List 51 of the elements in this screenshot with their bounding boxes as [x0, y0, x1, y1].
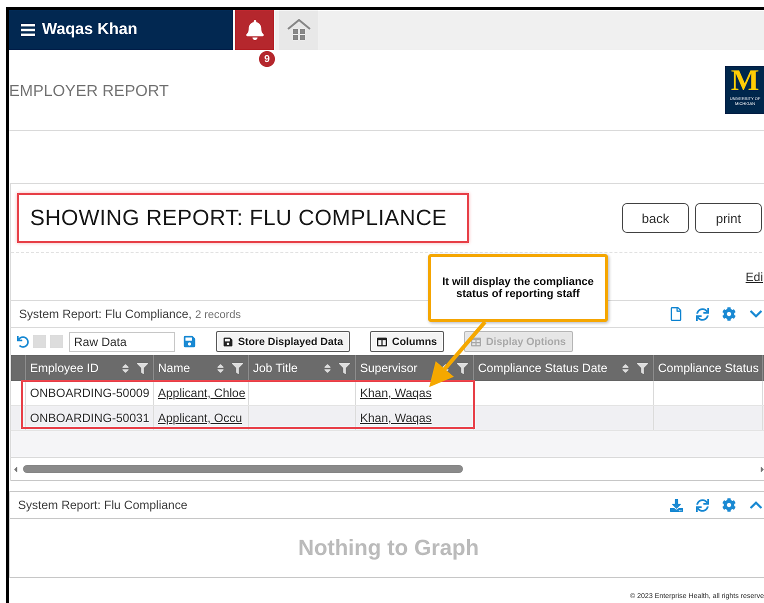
- filter-icon[interactable]: [339, 362, 350, 374]
- sort-icon[interactable]: [440, 362, 451, 374]
- sort-icon[interactable]: [620, 362, 631, 374]
- user-menu[interactable]: Waqas Khan: [9, 10, 233, 50]
- file-icon[interactable]: [669, 307, 683, 321]
- supervisor-link[interactable]: Khan, Waqas: [360, 386, 432, 400]
- edit-link[interactable]: Edi: [746, 270, 763, 284]
- filter-icon[interactable]: [137, 362, 148, 374]
- grid-title: System Report: Flu Compliance, 2 records: [19, 307, 241, 321]
- table-icon: [470, 336, 481, 346]
- column-header[interactable]: Job Title: [249, 355, 356, 381]
- download-icon[interactable]: [670, 498, 683, 512]
- menu-icon: [21, 24, 35, 36]
- home-icon: [286, 19, 310, 41]
- sort-icon[interactable]: [215, 362, 226, 374]
- toolbar-button[interactable]: Columns: [370, 331, 444, 352]
- empty-chart-message: Nothing to Graph: [298, 535, 479, 561]
- view-name-field[interactable]: Raw Data: [69, 332, 175, 352]
- settings-icon[interactable]: [722, 307, 736, 321]
- column-header[interactable]: Name: [154, 355, 249, 381]
- supervisor-link[interactable]: Khan, Waqas: [360, 411, 432, 425]
- notifications-button[interactable]: [235, 10, 274, 50]
- refresh-icon[interactable]: [696, 308, 709, 320]
- refresh-icon[interactable]: [696, 498, 709, 512]
- employee-id: ONBOARDING-50031: [30, 411, 150, 425]
- save-icon[interactable]: [183, 335, 196, 348]
- column-header[interactable]: Employee ID: [26, 355, 154, 381]
- employee-id: ONBOARDING-50009: [30, 386, 150, 400]
- name-link[interactable]: Applicant, Chloe: [158, 386, 246, 400]
- page-title: EMPLOYER REPORT: [9, 83, 169, 101]
- toolbar-button[interactable]: Store Displayed Data: [216, 331, 350, 352]
- report-button[interactable]: print: [695, 203, 762, 233]
- name-link[interactable]: Applicant, Occu: [158, 411, 242, 425]
- bell-icon: [244, 20, 264, 40]
- columns-icon: [377, 336, 388, 346]
- sort-icon[interactable]: [120, 362, 131, 374]
- home-button[interactable]: [279, 10, 318, 50]
- settings-icon[interactable]: [722, 498, 736, 512]
- report-title: SHOWING REPORT: FLU COMPLIANCE: [17, 193, 469, 243]
- report-button[interactable]: back: [622, 203, 689, 233]
- filter-icon[interactable]: [637, 362, 648, 374]
- undo-icon[interactable]: [17, 336, 29, 348]
- filter-icon[interactable]: [232, 362, 243, 374]
- column-header[interactable]: Supervisor: [356, 355, 474, 381]
- scrollbar-thumb[interactable]: [23, 465, 463, 473]
- sort-icon[interactable]: [322, 362, 333, 374]
- filter-icon[interactable]: [457, 362, 468, 374]
- callout-note: It will display the compliance status of reporting staff: [428, 254, 608, 322]
- save-icon: [223, 336, 233, 346]
- chart-title: System Report: Flu Compliance: [18, 498, 188, 512]
- notification-count: 9: [258, 50, 276, 68]
